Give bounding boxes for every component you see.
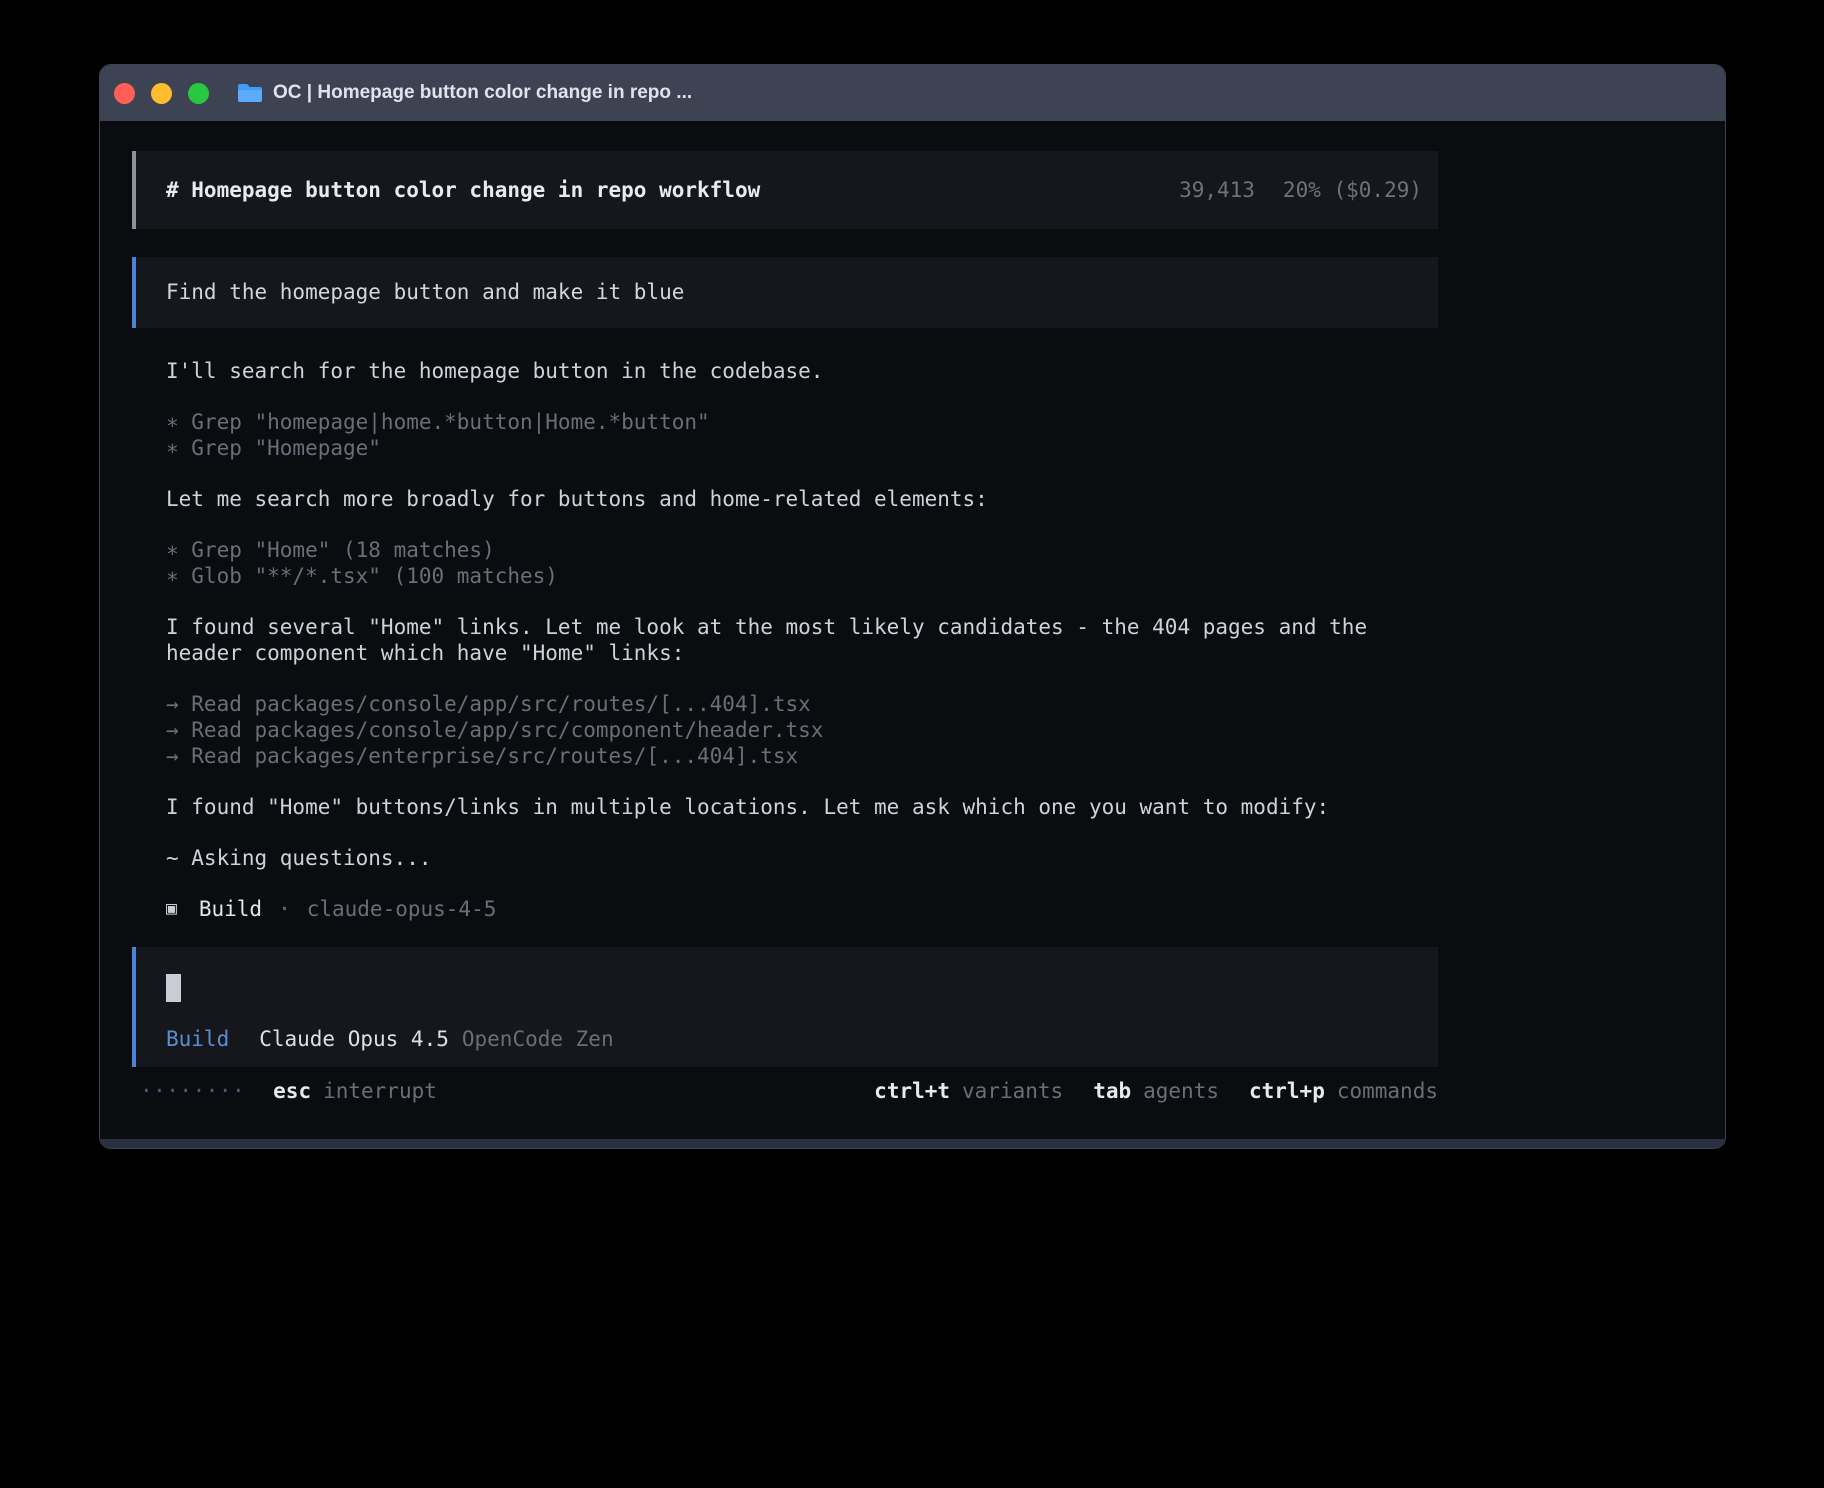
close-button[interactable] (114, 83, 135, 104)
shortcut-variants: ctrl+t variants (874, 1078, 1063, 1104)
minimize-button[interactable] (151, 83, 172, 104)
session-title: # Homepage button color change in repo w… (166, 177, 760, 203)
shortcut-label: variants (962, 1078, 1063, 1104)
provider-name: OpenCode Zen (462, 1026, 614, 1052)
tool-call-read: → Read packages/console/app/src/componen… (166, 717, 1438, 743)
tool-call-read: → Read packages/enterprise/src/routes/[.… (166, 743, 1438, 769)
shortcut-key: ctrl+p (1249, 1078, 1325, 1104)
assistant-paragraph: I found "Home" buttons/links in multiple… (132, 794, 1438, 820)
shortcut-label: commands (1337, 1078, 1438, 1104)
assistant-paragraph: Let me search more broadly for buttons a… (132, 486, 1438, 512)
context-usage: 20% ($0.29) (1283, 177, 1422, 203)
assistant-response: I'll search for the homepage button in t… (132, 358, 1438, 922)
shortcut-key: tab (1093, 1078, 1131, 1104)
tool-call-group: ∗ Grep "homepage|home.*button|Home.*butt… (132, 409, 1438, 461)
shortcut-label: agents (1143, 1078, 1219, 1104)
prompt-input[interactable]: Build Claude Opus 4.5 OpenCode Zen (132, 947, 1438, 1067)
separator-dot: · (278, 896, 291, 922)
tool-call-grep: ∗ Grep "homepage|home.*button|Home.*butt… (166, 409, 1438, 435)
tool-call-read: → Read packages/console/app/src/routes/[… (166, 691, 1438, 717)
tool-call-group: ∗ Grep "Home" (18 matches) ∗ Glob "**/*.… (132, 537, 1438, 589)
shortcut-interrupt: esc interrupt (273, 1078, 437, 1104)
tool-call-grep: ∗ Grep "Homepage" (166, 435, 1438, 461)
shortcut-commands: ctrl+p commands (1249, 1078, 1438, 1104)
shortcut-key: ctrl+t (874, 1078, 950, 1104)
tool-call-group: → Read packages/console/app/src/routes/[… (132, 691, 1438, 769)
user-message: Find the homepage button and make it blu… (132, 257, 1438, 328)
titlebar[interactable]: OC | Homepage button color change in rep… (100, 65, 1725, 121)
shortcut-agents: tab agents (1093, 1078, 1219, 1104)
zoom-button[interactable] (188, 83, 209, 104)
window-title: OC | Homepage button color change in rep… (273, 82, 692, 104)
assistant-activity: ~ Asking questions... (132, 845, 1438, 871)
tool-call-grep: ∗ Grep "Home" (18 matches) (166, 537, 1438, 563)
terminal-window: OC | Homepage button color change in rep… (99, 64, 1726, 1149)
tool-call-glob: ∗ Glob "**/*.tsx" (100 matches) (166, 563, 1438, 589)
terminal-content[interactable]: # Homepage button color change in repo w… (132, 151, 1438, 1104)
agent-status-line: ▣ Build · claude-opus-4-5 (132, 896, 1438, 922)
window-bottom-edge (100, 1139, 1725, 1148)
session-header: # Homepage button color change in repo w… (132, 151, 1438, 229)
input-meta: Build Claude Opus 4.5 OpenCode Zen (166, 1026, 1414, 1052)
model-name: Claude Opus 4.5 (259, 1026, 449, 1052)
agent-icon: ▣ (166, 896, 177, 922)
mode-indicator: Build (166, 1026, 229, 1052)
session-stats: 39,413 20% ($0.29) (1179, 177, 1422, 203)
traffic-lights (114, 83, 209, 104)
text-cursor (166, 974, 181, 1002)
folder-icon (237, 82, 263, 104)
agent-name: Build (199, 896, 262, 922)
assistant-paragraph: I'll search for the homepage button in t… (132, 358, 1438, 384)
agent-model: claude-opus-4-5 (307, 896, 497, 922)
status-bar: ········ esc interrupt ctrl+t variants t… (132, 1078, 1438, 1104)
user-message-text: Find the homepage button and make it blu… (166, 279, 1414, 305)
spinner-dots: ········ (140, 1078, 245, 1104)
shortcut-label: interrupt (323, 1078, 437, 1104)
shortcut-key: esc (273, 1078, 311, 1104)
shortcut-hints: ctrl+t variants tab agents ctrl+p comman… (874, 1078, 1438, 1104)
desktop-background: OC | Homepage button color change in rep… (0, 0, 1824, 1488)
token-count: 39,413 (1179, 177, 1255, 203)
assistant-paragraph: I found several "Home" links. Let me loo… (132, 614, 1438, 666)
